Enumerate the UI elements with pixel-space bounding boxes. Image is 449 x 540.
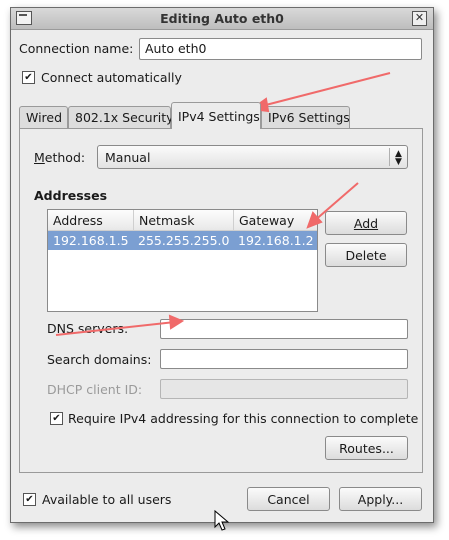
tab-ipv6-settings[interactable]: IPv6 Settings — [261, 106, 350, 128]
cell-address[interactable]: 192.168.1.5 — [53, 233, 129, 248]
addresses-heading: Addresses — [34, 188, 108, 203]
cancel-button-label: Cancel — [267, 492, 310, 507]
connection-name-input[interactable]: Auto eth0 — [139, 38, 422, 60]
search-domains-input[interactable] — [160, 349, 408, 369]
cell-gateway[interactable]: 192.168.1.2 — [238, 233, 314, 248]
dns-servers-input[interactable] — [160, 319, 408, 339]
delete-button-label: Delete — [345, 248, 387, 263]
method-select[interactable]: Manual ▲ ▼ — [97, 145, 408, 169]
require-ipv4-label: Require IPv4 addressing for this connect… — [68, 411, 419, 426]
cell-netmask[interactable]: 255.255.255.0 — [138, 233, 229, 248]
apply-button[interactable]: Apply... — [339, 487, 422, 511]
column-header-gateway[interactable]: Gateway — [233, 210, 317, 231]
tab-ipv4-settings[interactable]: IPv4 Settings — [171, 102, 261, 129]
available-to-all-users-checkbox[interactable]: ✔ — [23, 493, 36, 506]
connect-automatically-label: Connect automatically — [41, 70, 182, 85]
close-icon[interactable]: ✕ — [412, 11, 427, 26]
method-label: Method: — [34, 150, 86, 165]
dhcp-client-id-input — [160, 379, 408, 399]
updown-chevron-icon: ▲ ▼ — [389, 148, 407, 167]
edit-connection-dialog: Editing Auto eth0 ✕ Connection name: Aut… — [10, 7, 434, 523]
column-header-address[interactable]: Address — [48, 210, 133, 231]
window-title: Editing Auto eth0 — [160, 11, 284, 26]
available-to-all-users-label: Available to all users — [42, 492, 172, 507]
search-domains-label: Search domains: — [47, 352, 152, 367]
routes-button-label: Routes... — [339, 441, 394, 456]
addresses-table[interactable]: Address Netmask Gateway 192.168.1.5 255.… — [47, 209, 318, 312]
tab-wired[interactable]: Wired — [19, 106, 68, 128]
method-value: Manual — [105, 150, 151, 165]
dns-servers-label: DNS servers: — [47, 321, 129, 336]
connect-automatically-checkbox[interactable]: ✔ — [22, 71, 35, 84]
require-ipv4-checkbox[interactable]: ✔ — [50, 412, 63, 425]
cancel-button[interactable]: Cancel — [247, 487, 330, 511]
add-button-label: Add — [353, 216, 379, 231]
ipv4-settings-panel: Method: Manual ▲ ▼ Addresses Address Netm… — [19, 128, 423, 473]
delete-address-button[interactable]: Delete — [325, 243, 407, 267]
apply-button-label: Apply... — [357, 492, 404, 507]
add-address-button[interactable]: Add — [325, 211, 407, 235]
table-row[interactable]: 192.168.1.5 255.255.255.0 192.168.1.2 — [48, 231, 317, 250]
column-header-netmask[interactable]: Netmask — [133, 210, 233, 231]
tab-8021x-security[interactable]: 802.1x Security — [68, 106, 174, 128]
connection-name-label: Connection name: — [19, 41, 134, 56]
dhcp-client-id-label: DHCP client ID: — [47, 382, 143, 397]
title-bar[interactable]: Editing Auto eth0 ✕ — [11, 8, 433, 30]
routes-button[interactable]: Routes... — [325, 436, 408, 460]
